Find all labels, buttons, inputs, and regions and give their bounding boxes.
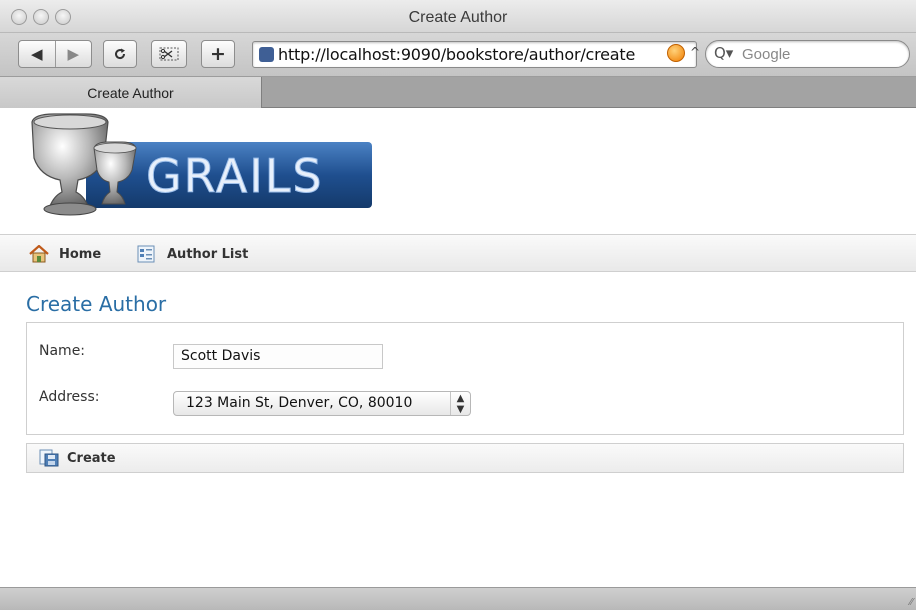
tab-create-author[interactable]: Create Author [0, 77, 262, 108]
author-form: Name: Scott Davis Address: 123 Main St, … [26, 322, 904, 435]
browser-status-bar: ⁄⁄ [0, 587, 916, 610]
window-title: Create Author [408, 9, 508, 26]
search-placeholder: Google [742, 46, 791, 63]
reload-icon [115, 48, 126, 60]
add-bookmark-button[interactable]: + [201, 40, 235, 68]
form-button-bar: Create [26, 443, 904, 473]
url-text[interactable]: http://localhost:9090/bookstore/author/c… [278, 45, 635, 64]
select-arrows-icon: ▲ ▼ [450, 392, 470, 415]
back-forward-group: ◀ ▶ [18, 40, 92, 68]
app-nav-bar: Home Author List [0, 234, 916, 272]
address-label: Address: [39, 389, 100, 405]
name-label: Name: [39, 343, 86, 359]
home-icon [29, 245, 49, 263]
history-dropdown-icon[interactable]: ^ [690, 45, 700, 59]
name-input[interactable]: Scott Davis [173, 344, 383, 369]
forward-arrow-icon[interactable]: ▶ [56, 41, 92, 67]
svg-text:GRAILS: GRAILS [146, 149, 324, 203]
page-title: Create Author [26, 292, 167, 316]
nav-author-list-label: Author List [167, 246, 249, 262]
search-field[interactable]: Q▾ Google [705, 40, 910, 68]
site-favicon-icon [259, 47, 274, 62]
address-bar[interactable]: http://localhost:9090/bookstore/author/c… [252, 41, 697, 68]
nav-home-label: Home [59, 246, 102, 262]
browser-toolbar: ◀ ▶ + http://localhost:9090/bookstore/au… [0, 33, 916, 77]
nav-home-link[interactable]: Home [28, 245, 101, 263]
list-icon [137, 245, 155, 263]
rss-feed-icon[interactable] [667, 44, 685, 62]
address-select[interactable]: 123 Main St, Denver, CO, 80010 ▲ ▼ [173, 391, 471, 416]
tab-strip: Create Author [0, 77, 916, 108]
grails-logo: GRAILS [31, 113, 372, 216]
nav-author-list-link[interactable]: Author List [136, 245, 248, 263]
window-titlebar: Create Author [0, 0, 916, 33]
create-button[interactable]: Create [39, 449, 116, 467]
resize-grip-icon[interactable]: ⁄⁄ [910, 597, 913, 608]
search-icon[interactable]: Q▾ [714, 44, 733, 62]
save-icon [39, 449, 59, 467]
create-button-label: Create [67, 450, 116, 466]
clip-icon [159, 47, 179, 61]
back-arrow-icon[interactable]: ◀ [19, 41, 56, 67]
reload-button[interactable] [103, 40, 137, 68]
address-selected-value: 123 Main St, Denver, CO, 80010 [186, 395, 413, 411]
snippet-button[interactable] [151, 40, 187, 68]
